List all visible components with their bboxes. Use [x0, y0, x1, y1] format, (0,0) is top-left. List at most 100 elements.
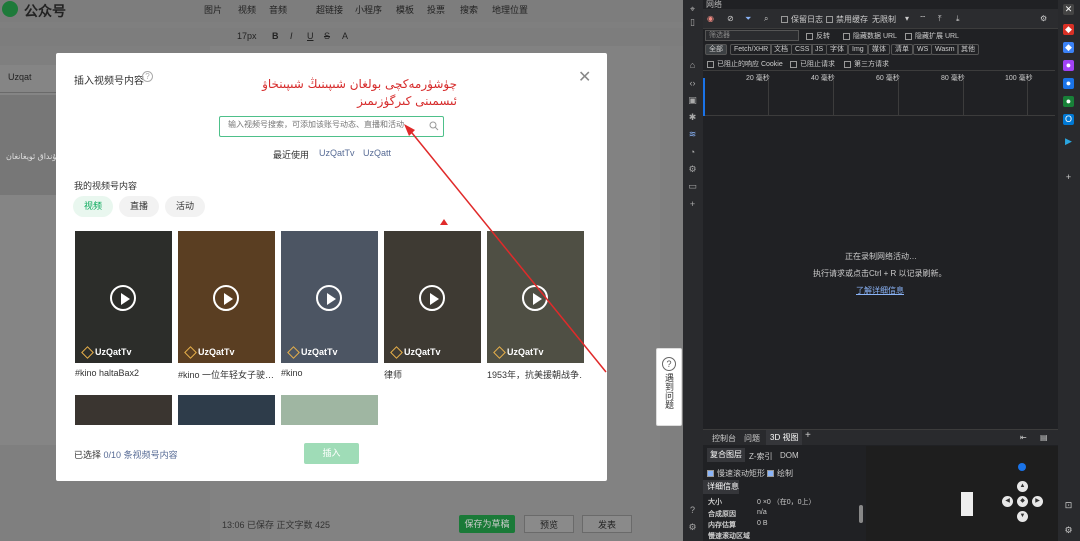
save-draft-button[interactable]: 保存为草稿: [459, 515, 515, 533]
video-card[interactable]: [75, 395, 172, 425]
export-icon[interactable]: ⤓: [956, 14, 960, 24]
menu-audio[interactable]: 音频: [269, 3, 287, 16]
filter-input[interactable]: 筛选器: [705, 30, 799, 41]
video-card[interactable]: [178, 395, 275, 425]
console-icon[interactable]: ▣: [687, 95, 698, 106]
underline-button[interactable]: U: [307, 31, 314, 41]
settings-icon[interactable]: ⚙: [687, 522, 698, 533]
invert-checkbox[interactable]: 反转: [806, 31, 830, 41]
menu-template[interactable]: 模板: [396, 3, 414, 16]
close-icon[interactable]: ✕: [578, 67, 591, 87]
type-filter-manifest[interactable]: 清单: [891, 44, 913, 55]
learn-more-link[interactable]: 了解详细信息: [856, 285, 904, 296]
expand-icon[interactable]: ⊡: [1063, 500, 1074, 511]
insert-button[interactable]: 插入: [304, 443, 359, 464]
bag-icon[interactable]: ◆: [1063, 24, 1074, 35]
application-icon[interactable]: ▭: [687, 181, 698, 192]
nav-center-icon[interactable]: ◆: [1017, 496, 1028, 507]
recent-account-link[interactable]: UzQatTv: [319, 148, 355, 158]
help-icon[interactable]: ?: [687, 505, 698, 516]
nav-down-icon[interactable]: ▼: [1017, 511, 1028, 522]
font-size-select[interactable]: 17px: [237, 31, 257, 41]
settings-gear-icon[interactable]: ⚙: [687, 164, 698, 175]
nav-left-icon[interactable]: ◀: [1002, 496, 1013, 507]
network-settings-icon[interactable]: ⚙: [1040, 14, 1047, 23]
nav-right-icon[interactable]: ▶: [1032, 496, 1043, 507]
network-icon[interactable]: ≋: [687, 129, 698, 140]
nav-up-icon[interactable]: ▲: [1017, 481, 1028, 492]
profile-icon[interactable]: ●: [1063, 78, 1074, 89]
type-filter-media[interactable]: 媒体: [868, 44, 890, 55]
type-filter-other[interactable]: 其他: [957, 44, 979, 55]
strike-button[interactable]: S: [324, 31, 330, 41]
menu-video[interactable]: 视频: [238, 3, 256, 16]
subtab-zindex[interactable]: Z-索引: [749, 451, 773, 462]
filter-event-tab[interactable]: 活动: [165, 196, 205, 217]
video-card[interactable]: UzQatTv: [281, 231, 378, 363]
search-icon[interactable]: [429, 121, 439, 131]
type-filter-all[interactable]: 全部: [705, 44, 727, 55]
video-card[interactable]: UzQatTv: [178, 231, 275, 363]
details-scrollbar[interactable]: [859, 505, 863, 523]
bold-button[interactable]: B: [272, 31, 279, 41]
games-icon[interactable]: ●: [1063, 96, 1074, 107]
subtab-layers[interactable]: 复合图层: [707, 448, 745, 462]
article-thumbnail[interactable]: [0, 95, 56, 195]
type-filter-font[interactable]: 字体: [826, 44, 848, 55]
search-input[interactable]: [228, 120, 428, 129]
video-card[interactable]: [281, 395, 378, 425]
filter-live-tab[interactable]: 直播: [119, 196, 159, 217]
type-filter-img[interactable]: Img: [848, 44, 868, 55]
3d-handle[interactable]: [1018, 463, 1026, 471]
menu-vote[interactable]: 投票: [427, 3, 445, 16]
inspect-icon[interactable]: ⌖: [687, 4, 698, 15]
italic-button[interactable]: I: [290, 31, 293, 41]
add-tab-icon[interactable]: +: [805, 430, 811, 441]
home-icon[interactable]: ⌂: [687, 60, 698, 71]
subtab-dom[interactable]: DOM: [780, 451, 799, 460]
elements-icon[interactable]: ‹›: [687, 78, 698, 89]
tab-3d-view[interactable]: 3D 视图: [766, 430, 803, 445]
dock-icon[interactable]: ⇤: [1020, 433, 1027, 442]
device-icon[interactable]: ▯: [687, 17, 698, 28]
blocked-requests-checkbox[interactable]: 已阻止请求: [790, 59, 835, 69]
filter-video-tab[interactable]: 视频: [73, 196, 113, 217]
type-filter-wasm[interactable]: Wasm: [931, 44, 959, 55]
help-float-button[interactable]: ? 遇到问题: [656, 348, 682, 426]
recent-account-link[interactable]: UzQatt: [363, 148, 391, 158]
filter-icon[interactable]: ⏷: [745, 14, 751, 24]
add-tool-icon[interactable]: +: [687, 199, 698, 210]
type-filter-xhr[interactable]: Fetch/XHR: [730, 44, 773, 55]
throttle-select[interactable]: 无限制: [872, 14, 896, 25]
hide-data-url-checkbox[interactable]: 隐藏数据 URL: [843, 31, 897, 41]
blocked-cookies-checkbox[interactable]: 已阻止的响应 Cookie: [707, 59, 783, 69]
throttle-dropdown-icon[interactable]: ▾: [905, 14, 909, 23]
tab-console[interactable]: 控制台: [712, 433, 736, 444]
search-icon[interactable]: ⌕: [764, 14, 768, 24]
menu-miniprogram[interactable]: 小程序: [355, 3, 382, 16]
tag-icon[interactable]: ◆: [1063, 42, 1074, 53]
menu-image[interactable]: 图片: [204, 3, 222, 16]
bug-icon[interactable]: ✱: [687, 112, 698, 123]
slow-scroll-checkbox[interactable]: 慢速滚动矩形: [707, 468, 765, 479]
paint-checkbox[interactable]: 绘制: [767, 468, 793, 479]
clear-icon[interactable]: ⊘: [727, 14, 734, 23]
hide-ext-url-checkbox[interactable]: 隐藏扩展 URL: [905, 31, 959, 41]
menu-search[interactable]: 搜索: [460, 3, 478, 16]
layout-icon[interactable]: ▤: [1040, 433, 1048, 442]
type-filter-ws[interactable]: WS: [913, 44, 933, 55]
settings-icon[interactable]: ⚙: [1063, 525, 1074, 536]
send-icon[interactable]: ▶: [1063, 136, 1074, 147]
video-card[interactable]: UzQatTv: [487, 231, 584, 363]
font-color-button[interactable]: A: [342, 31, 348, 41]
outlook-icon[interactable]: O: [1063, 114, 1074, 125]
disable-cache-checkbox[interactable]: 禁用缓存: [826, 14, 868, 25]
close-icon[interactable]: ✕: [1063, 4, 1074, 15]
performance-icon[interactable]: ◔: [687, 147, 698, 158]
record-icon[interactable]: ◉: [707, 14, 714, 23]
tools-icon[interactable]: ●: [1063, 60, 1074, 71]
add-app-icon[interactable]: +: [1063, 172, 1074, 183]
article-tab[interactable]: Uzqat: [8, 72, 32, 82]
menu-hyperlink[interactable]: 超链接: [316, 3, 343, 16]
wifi-settings-icon[interactable]: ⌔: [919, 14, 927, 24]
